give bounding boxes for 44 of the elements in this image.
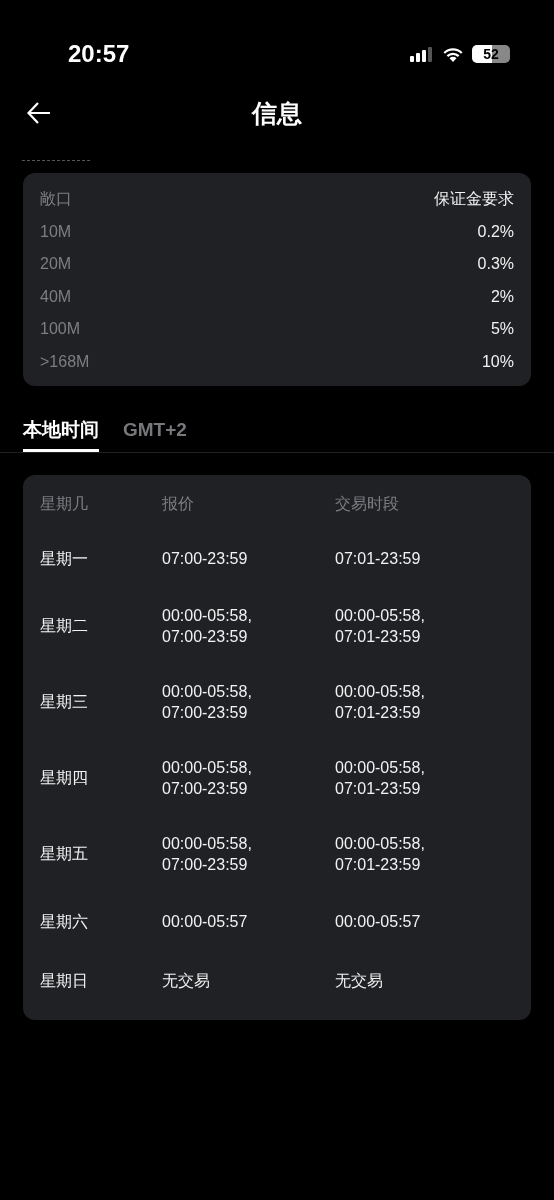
table-cell-text: 20M [40, 254, 72, 275]
table-cell-text: 0.2% [477, 221, 514, 242]
table-cell-text: 星期一 [40, 548, 89, 569]
table-cell-text: 星期日 [40, 970, 89, 991]
battery-level: 52 [483, 47, 499, 61]
back-button[interactable] [26, 100, 52, 126]
table-cell-text: 00:00-05:58, 07:01-23:59 [335, 833, 426, 875]
table-cell-text: 无交易 [335, 970, 384, 991]
table-cell-text: 2% [490, 286, 514, 307]
tab[interactable]: GMT+2 [123, 416, 187, 452]
table-cell-text: 00:00-05:58, 07:00-23:59 [162, 833, 253, 875]
table-cell-text: 星期三 [40, 692, 89, 712]
table-cell-text: 00:00-05:58, 07:01-23:59 [335, 681, 426, 723]
table-cell-text: 无交易 [162, 970, 211, 991]
table-cell-text: 星期四 [40, 768, 89, 788]
wifi-icon [442, 46, 464, 62]
column-header: 星期几 [40, 494, 89, 514]
table-cell-text: 00:00-05:58, 07:00-23:59 [162, 605, 253, 647]
table-cell-text: 00:00-05:58, 07:00-23:59 [162, 757, 253, 799]
tab[interactable]: 本地时间 [23, 416, 99, 452]
status-time: 20:57 [68, 39, 130, 69]
table-cell-text: 100M [40, 319, 81, 340]
table-cell-text: >168M [40, 351, 90, 372]
table-cell-text: 00:00-05:57 [335, 911, 422, 932]
table-cell-text: 星期二 [40, 616, 89, 636]
column-header: 报价 [162, 494, 195, 514]
table-cell-text: 00:00-05:58, 07:01-23:59 [335, 605, 426, 647]
table-cell-text: 07:00-23:59 [162, 548, 249, 569]
table-cell-text: 10M [40, 221, 72, 242]
table-cell-text: 10% [481, 351, 514, 372]
table-cell-text: 00:00-05:58, 07:01-23:59 [335, 757, 426, 799]
page-title: 信息 [252, 98, 302, 130]
table-cell-text: 00:00-05:58, 07:00-23:59 [162, 681, 253, 723]
table-cell-text: 0.3% [477, 254, 514, 275]
table-cell-text: 5% [490, 319, 514, 340]
table-cell-text: 星期六 [40, 911, 89, 932]
table-cell-text: 40M [40, 286, 72, 307]
column-header: 敞口 [40, 189, 72, 210]
table-cell-text: 07:01-23:59 [335, 548, 422, 569]
signal-icon [410, 46, 434, 62]
column-header: 交易时段 [335, 494, 400, 514]
column-header: 保证金要求 [434, 189, 514, 210]
table-cell-text: 星期五 [40, 844, 89, 864]
table-cell-text: 00:00-05:57 [162, 911, 249, 932]
